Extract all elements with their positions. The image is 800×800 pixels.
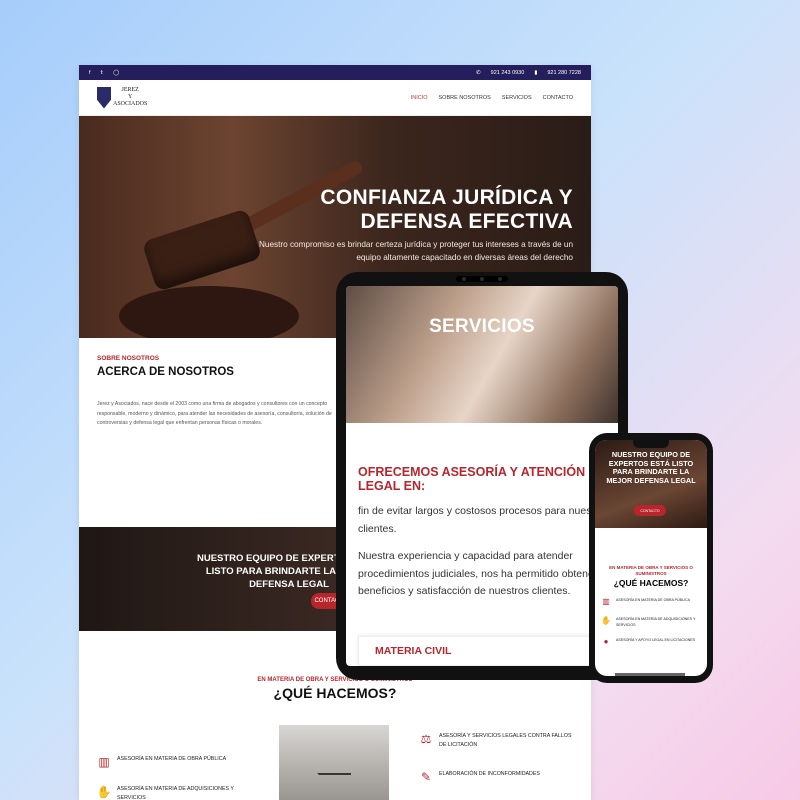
hero-title: CONFIANZA JURÍDICA Y DEFENSA EFECTIVA [320,186,573,233]
phone-number-1[interactable]: 921 243 0930 [491,70,525,76]
phone-notch [633,440,669,448]
nav-menu: INICIO SOBRE NOSOTROS SERVICIOS CONTACTO [411,95,573,101]
phone-hero: NUESTRO EQUIPO DE EXPERTOS ESTÁ LISTO PA… [595,440,707,528]
nav-item-servicios[interactable]: SERVICIOS [502,95,532,101]
service-item: ✋ ASESORÍA EN MATERIA DE ADQUISICIONES Y… [97,785,247,800]
mobile-icon: ▮ [534,69,538,76]
service-label: ASESORÍA EN MATERIA DE OBRA PÚBLICA [117,756,227,762]
services-paragraph-2: Nuestra experiencia y capacidad para ate… [358,550,598,597]
services-content: OFRECEMOS ASESORÍA Y ATENCIÓN LEGAL EN: … [346,423,618,601]
logo-line1: JEREZ [121,87,139,93]
service-label: ASESORÍA EN MATERIA DE ADQUISICIONES Y S… [117,786,234,800]
pen-icon: ✎ [420,769,432,784]
about-kicker: SOBRE NOSOTROS [97,355,160,362]
tablet-mockup: SERVICIOS OFRECEMOS ASESORÍA Y ATENCIÓN … [336,272,628,680]
gavel-head-image [141,208,263,292]
accordion-label: MATERIA CIVIL [375,645,452,657]
nav-item-contacto[interactable]: CONTACTO [543,95,573,101]
main-nav: JEREZ Y ASOCIADOS INICIO SOBRE NOSOTROS … [79,80,591,116]
handshake-hero: SERVICIOS [346,286,618,423]
scales-of-justice-image [279,725,389,800]
phone-contact-button[interactable]: CONTACTO [634,505,666,516]
twitter-icon[interactable]: 𝕥 [101,70,104,76]
phone-screen: NUESTRO EQUIPO DE EXPERTOS ESTÁ LISTO PA… [595,440,707,676]
phone-service-item: ▥ ASESORÍA EN MATERIA DE OBRA PÚBLICA [595,597,707,607]
logo[interactable]: JEREZ Y ASOCIADOS [97,86,148,109]
phone-service-label: ASESORÍA EN MATERIA DE ADQUISICIONES Y S… [616,617,696,627]
tablet-screen: SERVICIOS OFRECEMOS ASESORÍA Y ATENCIÓN … [346,286,618,666]
phone-service-label: ASESORÍA EN MATERIA DE OBRA PÚBLICA [616,598,691,602]
logo-line2: Y [128,94,133,100]
service-item: ✎ ELABORACIÓN DE INCONFORMIDADES [419,770,579,784]
logo-line3: ASOCIADOS [113,101,148,107]
phone-service-item: ● ASESORÍA Y APOYO LEGAL EN LICITACIONES [595,637,707,647]
service-label: ELABORACIÓN DE INCONFORMIDADES [439,771,540,777]
service-item: ▥ ASESORÍA EN MATERIA DE OBRA PÚBLICA [97,755,247,769]
social-links: f 𝕥 ◯ [89,70,119,76]
facebook-icon[interactable]: f [89,70,91,76]
phone-image-strip [615,673,685,676]
handshake-icon: ✋ [96,784,112,799]
phone-service-item: ✋ ASESORÍA EN MATERIA DE ADQUISICIONES Y… [595,616,707,628]
gavel-block-image [119,286,299,338]
building-icon: ▥ [602,597,610,606]
phone-numbers: ✆ 921 243 0930 ▮ 921 280 7228 [476,70,581,76]
top-bar: f 𝕥 ◯ ✆ 921 243 0930 ▮ 921 280 7228 [79,65,591,80]
whatsapp-icon[interactable]: ◯ [113,70,119,76]
about-section: SOBRE NOSOTROS ACERCA DE NOSOTROS Jerez … [97,355,332,429]
phone-hero-title: NUESTRO EQUIPO DE EXPERTOS ESTÁ LISTO PA… [606,450,696,486]
phone-mockup: NUESTRO EQUIPO DE EXPERTOS ESTÁ LISTO PA… [589,433,713,683]
nav-item-inicio[interactable]: INICIO [411,95,428,101]
phone-icon: ✆ [476,69,481,76]
service-label: ASESORÍA Y SERVICIOS LEGALES CONTRA FALL… [439,733,572,748]
services-title: SERVICIOS [429,316,535,337]
what-we-do-header: EN MATERIA DE OBRA Y SERVICIOS O SUMINIS… [79,677,591,701]
about-title: ACERCA DE NOSOTROS [97,366,234,378]
nav-item-sobre-nosotros[interactable]: SOBRE NOSOTROS [439,95,491,101]
about-body: Jerez y Asociados, nace desde el 2003 co… [97,401,332,426]
accordion-materia-civil[interactable]: MATERIA CIVIL [358,636,618,666]
chat-icon: ● [603,637,609,646]
phone-what-title: ¿QUÉ HACEMOS? [613,578,689,588]
scales-icon: ⚖ [420,731,432,746]
handshake-icon: ✋ [601,616,611,625]
phone-what-header: EN MATERIA DE OBRA Y SERVICIOS O SUMINIS… [595,565,707,588]
tablet-camera [456,276,508,282]
service-item: ⚖ ASESORÍA Y SERVICIOS LEGALES CONTRA FA… [419,732,579,750]
hero-subtitle: Nuestro compromiso es brindar certeza ju… [259,240,573,262]
services-paragraph-1: fin de evitar largos y costosos procesos… [358,505,609,535]
phone-service-label: ASESORÍA Y APOYO LEGAL EN LICITACIONES [616,638,696,642]
services-heading: OFRECEMOS ASESORÍA Y ATENCIÓN LEGAL EN: [358,465,586,493]
building-icon: ▥ [98,754,110,769]
phone-what-kicker: EN MATERIA DE OBRA Y SERVICIOS O SUMINIS… [609,565,693,576]
logo-wolf-icon [97,86,111,109]
phone-number-2[interactable]: 921 280 7228 [547,70,581,76]
what-title: ¿QUÉ HACEMOS? [273,685,397,701]
